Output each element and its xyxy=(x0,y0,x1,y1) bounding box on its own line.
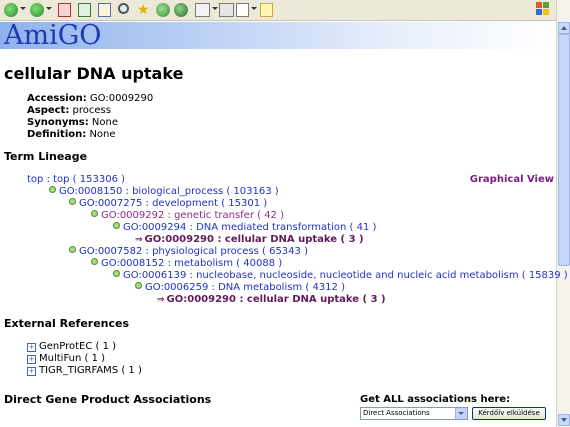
accession-row: Accession: GO:0009290 xyxy=(27,93,153,105)
is-a-icon xyxy=(91,258,98,265)
discuss-icon[interactable] xyxy=(260,3,273,17)
is-a-icon xyxy=(135,282,142,289)
lineage-node-development[interactable]: GO:0007275 : development ( 15301 ) xyxy=(69,198,267,210)
external-ref-item[interactable]: + TIGR_TIGRFAMS ( 1 ) xyxy=(27,365,142,377)
expand-icon[interactable]: + xyxy=(27,367,36,376)
definition-row: Definition: None xyxy=(27,129,116,141)
term-lineage-heading: Term Lineage xyxy=(4,150,88,163)
synonyms-value: None xyxy=(91,117,118,128)
history-icon[interactable] xyxy=(174,3,188,17)
expand-icon[interactable]: + xyxy=(27,355,36,364)
lineage-node-physiological-process[interactable]: GO:0007582 : physiological process ( 653… xyxy=(69,246,308,258)
lineage-node-current-term: ⇒ GO:0009290 : cellular DNA uptake ( 3 ) xyxy=(135,234,364,246)
lineage-node-nucleobase-metabolism[interactable]: GO:0006139 : nucleobase, nucleoside, nuc… xyxy=(113,270,568,282)
forward-dropdown-icon[interactable] xyxy=(46,7,52,10)
scrollbar-thumb[interactable] xyxy=(558,34,570,266)
lineage-node-label[interactable]: GO:0007275 : development ( 15301 ) xyxy=(79,198,267,209)
is-a-icon xyxy=(113,222,120,229)
vertical-scrollbar[interactable] xyxy=(556,0,570,427)
association-type-select[interactable]: Direct Associations xyxy=(360,407,468,420)
amigo-logo[interactable]: AmiGO xyxy=(4,22,101,49)
accession-value: GO:0009290 xyxy=(89,93,154,104)
lineage-node-label[interactable]: top : top ( 153306 ) xyxy=(27,174,125,185)
lineage-node-dna-metabolism[interactable]: GO:0006259 : DNA metabolism ( 4312 ) xyxy=(135,282,345,294)
is-a-icon xyxy=(69,246,76,253)
external-ref-item[interactable]: + MultiFun ( 1 ) xyxy=(27,353,105,365)
is-a-icon xyxy=(69,198,76,205)
lineage-node-biological-process[interactable]: GO:0008150 : biological_process ( 103163… xyxy=(49,186,279,198)
lineage-node-label: GO:0009290 : cellular DNA uptake ( 3 ) xyxy=(144,234,364,245)
stop-icon[interactable] xyxy=(58,3,71,17)
graphical-view-link[interactable]: Graphical View xyxy=(470,174,554,185)
favorites-icon[interactable]: ★ xyxy=(137,3,151,17)
expand-icon[interactable]: + xyxy=(27,343,36,352)
submit-button[interactable]: Kérdőív elküldése xyxy=(472,407,546,420)
mail-icon[interactable] xyxy=(195,3,210,17)
external-ref-label[interactable]: MultiFun ( 1 ) xyxy=(39,353,105,364)
scroll-up-button[interactable] xyxy=(558,22,570,34)
back-dropdown-icon[interactable] xyxy=(20,7,26,10)
definition-label: Definition: xyxy=(27,129,87,140)
page-title: cellular DNA uptake xyxy=(4,64,184,83)
chevron-down-icon[interactable] xyxy=(455,408,467,419)
lineage-node-metabolism[interactable]: GO:0008152 : metabolism ( 40088 ) xyxy=(91,258,282,270)
media-icon[interactable] xyxy=(156,3,170,17)
synonyms-row: Synonyms: None xyxy=(27,117,118,129)
aspect-value: process xyxy=(72,105,111,116)
lineage-node-genetic-transfer[interactable]: GO:0009292 : genetic transfer ( 42 ) xyxy=(91,210,284,222)
direct-associations-heading: Direct Gene Product Associations xyxy=(4,393,212,406)
lineage-node-label[interactable]: GO:0008150 : biological_process ( 103163… xyxy=(59,186,279,197)
association-type-value: Direct Associations xyxy=(363,409,430,417)
back-icon[interactable] xyxy=(4,3,18,17)
mail-dropdown-icon[interactable] xyxy=(212,7,218,10)
lineage-node-label: GO:0009290 : cellular DNA uptake ( 3 ) xyxy=(166,294,386,305)
accession-label: Accession: xyxy=(27,93,87,104)
aspect-label: Aspect: xyxy=(27,105,70,116)
forward-icon[interactable] xyxy=(30,3,44,17)
lineage-node-label[interactable]: GO:0006259 : DNA metabolism ( 4312 ) xyxy=(145,282,345,293)
edit-dropdown-icon[interactable] xyxy=(251,7,257,10)
current-term-arrow-icon: ⇒ xyxy=(157,295,165,305)
windows-logo-icon xyxy=(536,2,550,16)
synonyms-label: Synonyms: xyxy=(27,117,89,128)
lineage-node-label[interactable]: GO:0009294 : DNA mediated transformation… xyxy=(123,222,376,233)
lineage-node-top[interactable]: top : top ( 153306 ) xyxy=(27,174,125,186)
lineage-node-label[interactable]: GO:0007582 : physiological process ( 653… xyxy=(79,246,308,257)
lineage-node-label[interactable]: GO:0008152 : metabolism ( 40088 ) xyxy=(101,258,282,269)
external-ref-label[interactable]: TIGR_TIGRFAMS ( 1 ) xyxy=(39,365,142,376)
refresh-icon[interactable] xyxy=(78,3,91,17)
is-a-icon xyxy=(49,186,56,193)
lineage-node-label[interactable]: GO:0006139 : nucleobase, nucleoside, nuc… xyxy=(123,270,568,281)
external-references-heading: External References xyxy=(4,317,130,330)
aspect-row: Aspect: process xyxy=(27,105,111,117)
browser-toolbar: ★ xyxy=(0,0,570,21)
lineage-node-dna-mediated-transformation[interactable]: GO:0009294 : DNA mediated transformation… xyxy=(113,222,376,234)
edit-icon[interactable] xyxy=(236,3,249,17)
current-term-arrow-icon: ⇒ xyxy=(135,235,143,245)
search-icon[interactable] xyxy=(118,3,129,14)
lineage-node-label[interactable]: GO:0009292 : genetic transfer ( 42 ) xyxy=(101,210,284,221)
home-icon[interactable] xyxy=(98,3,111,17)
get-all-associations-label: Get ALL associations here: xyxy=(360,394,511,405)
scroll-down-button[interactable] xyxy=(558,414,570,426)
definition-value: None xyxy=(89,129,116,140)
is-a-icon xyxy=(91,210,98,217)
external-ref-label[interactable]: GenProtEC ( 1 ) xyxy=(39,341,116,352)
is-a-icon xyxy=(113,270,120,277)
external-ref-item[interactable]: + GenProtEC ( 1 ) xyxy=(27,341,116,353)
print-icon[interactable] xyxy=(219,3,234,17)
lineage-node-current-term: ⇒ GO:0009290 : cellular DNA uptake ( 3 ) xyxy=(157,294,386,306)
